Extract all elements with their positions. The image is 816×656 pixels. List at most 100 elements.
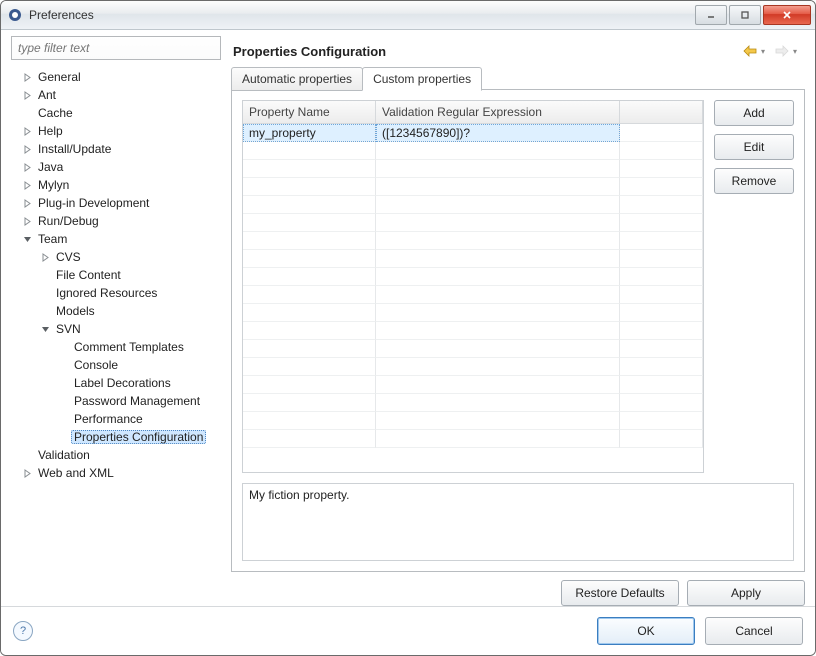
restore-defaults-button[interactable]: Restore Defaults	[561, 580, 679, 606]
expand-icon[interactable]	[21, 89, 33, 101]
tree-item[interactable]: Ignored Resources	[11, 284, 221, 302]
tree-item[interactable]: Cache	[11, 104, 221, 122]
tree-item-label: Validation	[35, 448, 93, 462]
expand-icon[interactable]	[21, 179, 33, 191]
tree-item-label: Plug-in Development	[35, 196, 152, 210]
table-body[interactable]: my_property([1234567890])?	[243, 124, 703, 472]
table-row[interactable]	[243, 430, 703, 448]
expand-icon[interactable]	[21, 215, 33, 227]
table-row[interactable]	[243, 196, 703, 214]
add-button[interactable]: Add	[714, 100, 794, 126]
tab-automatic-properties[interactable]: Automatic properties	[231, 67, 363, 91]
table-row[interactable]	[243, 214, 703, 232]
cell-spacer	[620, 196, 703, 214]
tree-item[interactable]: Label Decorations	[11, 374, 221, 392]
table-row[interactable]	[243, 268, 703, 286]
tree-item[interactable]: Validation	[11, 446, 221, 464]
col-header-regex[interactable]: Validation Regular Expression	[376, 101, 620, 123]
edit-button[interactable]: Edit	[714, 134, 794, 160]
tree-item[interactable]: Models	[11, 302, 221, 320]
tree-item[interactable]: Plug-in Development	[11, 194, 221, 212]
tree-item[interactable]: Performance	[11, 410, 221, 428]
table-row[interactable]	[243, 322, 703, 340]
expand-icon[interactable]	[21, 125, 33, 137]
expand-icon[interactable]	[21, 161, 33, 173]
cell-spacer	[620, 412, 703, 430]
forward-icon[interactable]	[773, 42, 791, 60]
tree-item[interactable]: File Content	[11, 266, 221, 284]
tree-item-label: Properties Configuration	[71, 430, 206, 444]
expand-icon[interactable]	[21, 467, 33, 479]
tree-item[interactable]: Properties Configuration	[11, 428, 221, 446]
twisty-placeholder	[57, 431, 69, 443]
filter-box[interactable]	[11, 36, 221, 60]
collapse-icon[interactable]	[21, 233, 33, 245]
tree-item[interactable]: Password Management	[11, 392, 221, 410]
expand-icon[interactable]	[21, 143, 33, 155]
tree-item-label: Label Decorations	[71, 376, 174, 390]
tree-item[interactable]: Java	[11, 158, 221, 176]
help-icon[interactable]: ?	[13, 621, 33, 641]
twisty-placeholder	[57, 395, 69, 407]
table-row[interactable]	[243, 142, 703, 160]
table-row[interactable]	[243, 304, 703, 322]
tab-custom-properties[interactable]: Custom properties	[362, 67, 482, 91]
tree-item[interactable]: SVN	[11, 320, 221, 338]
minimize-button[interactable]	[695, 5, 727, 25]
table-row[interactable]	[243, 286, 703, 304]
table-row[interactable]: my_property([1234567890])?	[243, 124, 703, 142]
table-row[interactable]	[243, 358, 703, 376]
tree-item[interactable]: Console	[11, 356, 221, 374]
table-row[interactable]	[243, 250, 703, 268]
filter-input[interactable]	[16, 40, 216, 56]
twisty-placeholder	[39, 269, 51, 281]
table-row[interactable]	[243, 412, 703, 430]
tree-item[interactable]: Comment Templates	[11, 338, 221, 356]
col-header-name[interactable]: Property Name	[243, 101, 376, 123]
cell-regex	[376, 376, 620, 394]
table-row[interactable]	[243, 232, 703, 250]
tree-item-label: SVN	[53, 322, 84, 336]
tree-item[interactable]: Ant	[11, 86, 221, 104]
tree-item[interactable]: Run/Debug	[11, 212, 221, 230]
tree-item[interactable]: Help	[11, 122, 221, 140]
close-button[interactable]	[763, 5, 811, 25]
expand-icon[interactable]	[21, 71, 33, 83]
back-menu-icon[interactable]: ▾	[761, 47, 771, 56]
maximize-button[interactable]	[729, 5, 761, 25]
forward-menu-icon[interactable]: ▾	[793, 47, 803, 56]
tree-item[interactable]: CVS	[11, 248, 221, 266]
table-row[interactable]	[243, 160, 703, 178]
apply-button[interactable]: Apply	[687, 580, 805, 606]
tree-item[interactable]: Install/Update	[11, 140, 221, 158]
tree-item-label: Web and XML	[35, 466, 117, 480]
expand-icon[interactable]	[39, 251, 51, 263]
cell-regex	[376, 232, 620, 250]
table-row[interactable]	[243, 178, 703, 196]
tab-label: Custom properties	[373, 72, 471, 86]
tree-item-label: Mylyn	[35, 178, 72, 192]
cancel-button[interactable]: Cancel	[705, 617, 803, 645]
back-icon[interactable]	[741, 42, 759, 60]
table-row[interactable]	[243, 340, 703, 358]
cell-name	[243, 430, 376, 448]
table-row[interactable]	[243, 376, 703, 394]
tree-item[interactable]: Team	[11, 230, 221, 248]
cell-regex	[376, 142, 620, 160]
tree-item[interactable]: Mylyn	[11, 176, 221, 194]
table-row[interactable]	[243, 394, 703, 412]
remove-button[interactable]: Remove	[714, 168, 794, 194]
ok-button[interactable]: OK	[597, 617, 695, 645]
expand-icon[interactable]	[21, 197, 33, 209]
col-header-spacer	[620, 101, 703, 123]
collapse-icon[interactable]	[39, 323, 51, 335]
tree-item[interactable]: Web and XML	[11, 464, 221, 482]
cell-spacer	[620, 160, 703, 178]
cell-regex	[376, 358, 620, 376]
tree-item-label: Help	[35, 124, 66, 138]
tree-item[interactable]: General	[11, 68, 221, 86]
description-box[interactable]: My fiction property.	[242, 483, 794, 561]
properties-table[interactable]: Property Name Validation Regular Express…	[242, 100, 704, 473]
preferences-tree[interactable]: GeneralAntCache Help Install/UpdateJava Myl…	[11, 66, 221, 606]
cell-regex	[376, 250, 620, 268]
